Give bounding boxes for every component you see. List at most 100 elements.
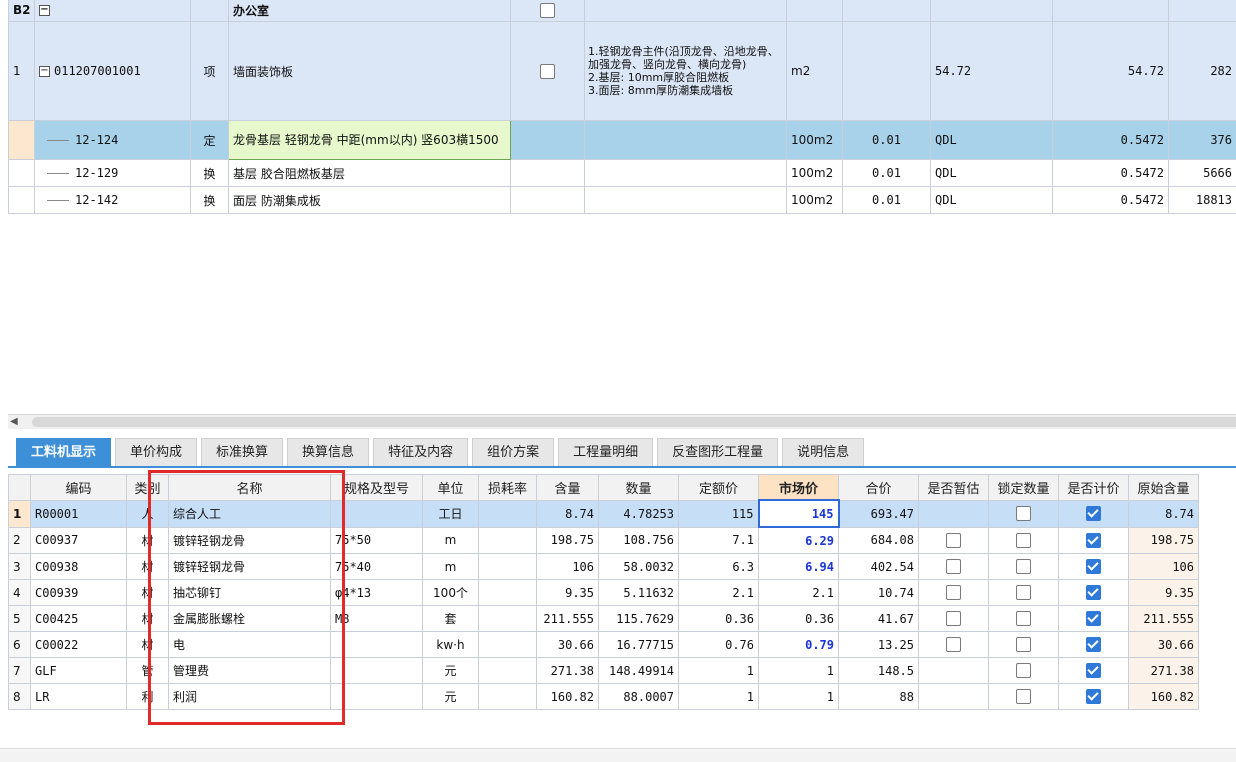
quantity[interactable]: 115.7629 [599,606,679,632]
market-price[interactable]: 0.79 [759,632,839,658]
resource-code[interactable]: C00425 [31,606,127,632]
collapse-icon[interactable]: − [39,66,50,77]
lock-quantity-checkbox[interactable] [1016,506,1031,521]
resource-row[interactable]: 5C00425材金属膨胀螺栓M8套211.555115.76290.360.36… [9,606,1199,632]
loss-rate[interactable] [479,580,537,606]
sub-row[interactable]: 12-124 定 龙骨基层 轻钢龙骨 中距(mm以内) 竖603横1500 10… [9,121,1236,160]
market-price[interactable]: 6.94 [759,554,839,580]
item-row[interactable]: 1 −011207001001 项 墙面装饰板 1.轻钢龙骨主件(沿顶龙骨、沿地… [9,22,1236,121]
resource-code[interactable]: C00939 [31,580,127,606]
resource-name[interactable]: 电 [169,632,331,658]
content-amount[interactable]: 211.555 [537,606,599,632]
market-price[interactable]: 0.36 [759,606,839,632]
loss-rate[interactable] [479,658,537,684]
lock-quantity-checkbox[interactable] [1016,559,1031,574]
temp-estimate-checkbox[interactable] [946,611,961,626]
resource-row[interactable]: 1R00001人综合人工工日8.744.78253115145693.478.7… [9,500,1199,527]
temp-estimate-checkbox[interactable] [946,559,961,574]
resource-name[interactable]: 金属膨胀螺栓 [169,606,331,632]
sub-name-editing[interactable]: 龙骨基层 轻钢龙骨 中距(mm以内) 竖603横1500 [229,121,511,160]
col-header-8[interactable]: 数量 [599,475,679,501]
loss-rate[interactable] [479,606,537,632]
content-amount[interactable]: 8.74 [537,500,599,527]
resource-code[interactable]: R00001 [31,500,127,527]
col-header-10[interactable]: 市场价 [759,475,839,501]
loss-rate[interactable] [479,632,537,658]
resource-code[interactable]: C00938 [31,554,127,580]
resource-unit[interactable]: 100个 [423,580,479,606]
tab-5[interactable]: 特征及内容 [373,438,468,466]
col-header-6[interactable]: 损耗率 [479,475,537,501]
priced-checkbox[interactable] [1086,506,1101,521]
quantity[interactable]: 88.0007 [599,684,679,710]
priced-checkbox[interactable] [1086,585,1101,600]
resource-name[interactable]: 镀锌轻钢龙骨 [169,527,331,554]
market-price[interactable]: 145 [759,500,839,527]
resource-category[interactable]: 管 [127,658,169,684]
sub-row[interactable]: 12-129 换 基层 胶合阻燃板基层 100m2 0.01 QDL 0.547… [9,160,1236,187]
resource-unit[interactable]: m [423,554,479,580]
market-price[interactable]: 1 [759,684,839,710]
resource-category[interactable]: 材 [127,606,169,632]
resource-code[interactable]: C00022 [31,632,127,658]
col-header-7[interactable]: 含量 [537,475,599,501]
col-header-1[interactable]: 编码 [31,475,127,501]
quantity[interactable]: 58.0032 [599,554,679,580]
resource-name[interactable]: 管理费 [169,658,331,684]
market-price[interactable]: 1 [759,658,839,684]
collapse-icon[interactable]: − [39,5,50,16]
market-price[interactable]: 2.1 [759,580,839,606]
col-header-11[interactable]: 合价 [839,475,919,501]
resource-spec[interactable] [331,500,423,527]
resource-spec[interactable]: M8 [331,606,423,632]
item-feature-desc[interactable]: 1.轻钢龙骨主件(沿顶龙骨、沿地龙骨、加强龙骨、竖向龙骨、横向龙骨)2.基层: … [585,22,787,121]
resource-spec[interactable] [331,658,423,684]
resource-name[interactable]: 利润 [169,684,331,710]
resource-category[interactable]: 材 [127,527,169,554]
content-amount[interactable]: 271.38 [537,658,599,684]
resource-row[interactable]: 2C00937材镀锌轻钢龙骨75*50m198.75108.7567.16.29… [9,527,1199,554]
temp-estimate-checkbox[interactable] [946,533,961,548]
col-header-0[interactable] [9,475,31,501]
quantity[interactable]: 148.49914 [599,658,679,684]
resource-category[interactable]: 材 [127,554,169,580]
tab-9[interactable]: 说明信息 [782,438,864,466]
priced-checkbox[interactable] [1086,611,1101,626]
tab-2[interactable]: 单价构成 [115,438,197,466]
col-header-2[interactable]: 类别 [127,475,169,501]
resource-name[interactable]: 抽芯铆钉 [169,580,331,606]
resource-code[interactable]: C00937 [31,527,127,554]
resource-category[interactable]: 材 [127,580,169,606]
lock-quantity-checkbox[interactable] [1016,689,1031,704]
priced-checkbox[interactable] [1086,689,1101,704]
content-amount[interactable]: 160.82 [537,684,599,710]
resource-unit[interactable]: 元 [423,684,479,710]
resource-unit[interactable]: 工日 [423,500,479,527]
temp-estimate-checkbox[interactable] [946,637,961,652]
resource-category[interactable]: 材 [127,632,169,658]
col-header-15[interactable]: 原始含量 [1129,475,1199,501]
market-price[interactable]: 6.29 [759,527,839,554]
resource-code[interactable]: LR [31,684,127,710]
resource-spec[interactable]: 75*50 [331,527,423,554]
col-header-5[interactable]: 单位 [423,475,479,501]
tab-6[interactable]: 组价方案 [472,438,554,466]
resource-spec[interactable]: 75*40 [331,554,423,580]
resource-spec[interactable]: φ4*13 [331,580,423,606]
quantity[interactable]: 5.11632 [599,580,679,606]
resource-row[interactable]: 6C00022材电kw·h30.6616.777150.760.7913.253… [9,632,1199,658]
content-amount[interactable]: 106 [537,554,599,580]
scrollbar-thumb[interactable] [32,417,1236,427]
tab-4[interactable]: 换算信息 [287,438,369,466]
tab-1[interactable]: 工料机显示 [16,438,111,466]
lock-quantity-checkbox[interactable] [1016,637,1031,652]
col-header-4[interactable]: 规格及型号 [331,475,423,501]
tab-3[interactable]: 标准换算 [201,438,283,466]
resource-name[interactable]: 综合人工 [169,500,331,527]
resource-row[interactable]: 7GLF管管理费元271.38148.4991411148.5271.38 [9,658,1199,684]
quantity[interactable]: 16.77715 [599,632,679,658]
quantity[interactable]: 4.78253 [599,500,679,527]
horizontal-scrollbar[interactable]: ◀ [8,414,1236,429]
col-header-13[interactable]: 锁定数量 [989,475,1059,501]
priced-checkbox[interactable] [1086,663,1101,678]
